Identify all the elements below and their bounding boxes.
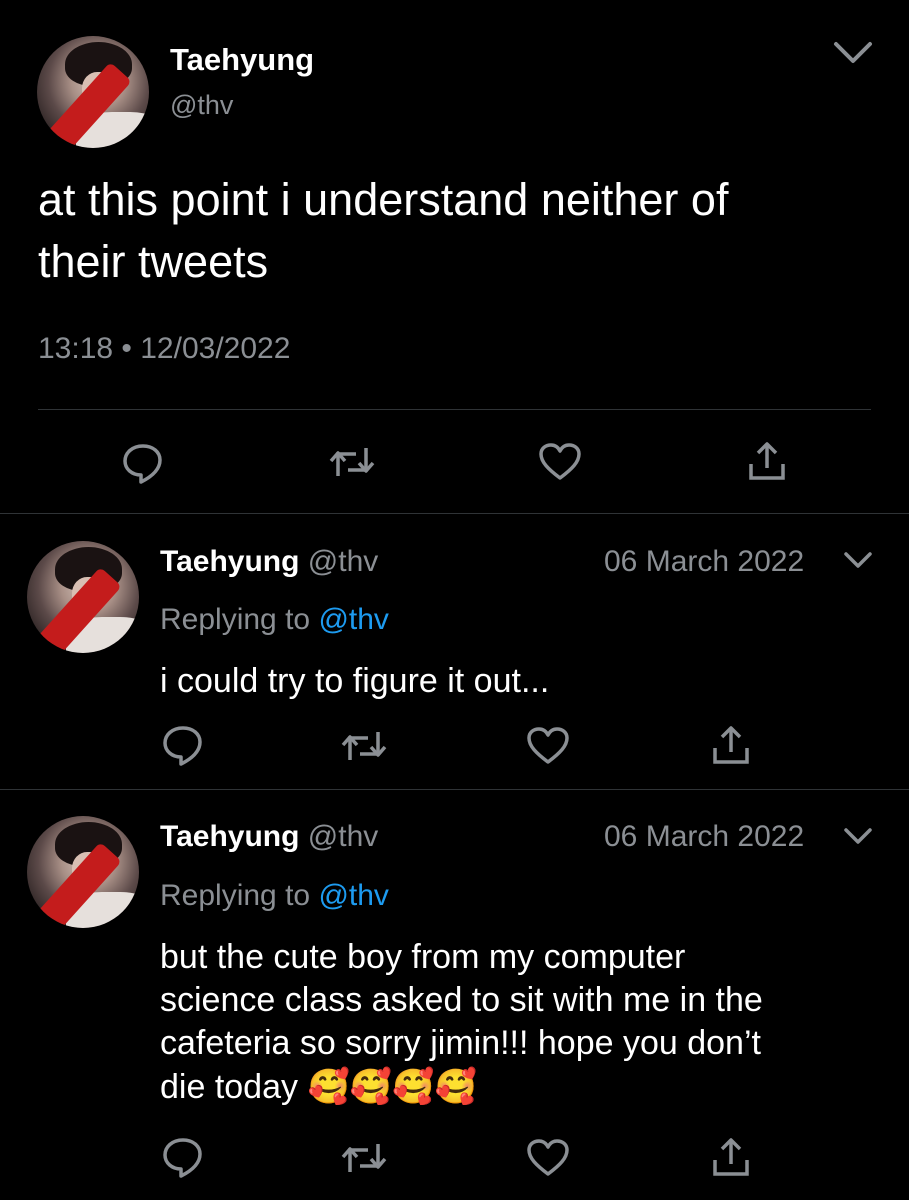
share-icon[interactable]: [748, 440, 786, 482]
replying-to-link[interactable]: @thv: [318, 603, 388, 636]
like-icon[interactable]: [526, 1138, 570, 1178]
divider: [38, 409, 871, 410]
retweet-icon[interactable]: [340, 1138, 388, 1178]
reply-icon[interactable]: [160, 722, 206, 768]
tweet-text-line: but the cute boy from my computer: [160, 938, 686, 976]
chevron-down-icon[interactable]: [842, 550, 874, 572]
tweet-text-line: die today 🥰🥰🥰🥰: [160, 1068, 477, 1106]
display-name[interactable]: Taehyung: [160, 820, 299, 853]
retweet-icon[interactable]: [328, 442, 376, 482]
like-icon[interactable]: [526, 726, 570, 766]
display-name[interactable]: Taehyung: [160, 545, 299, 578]
tweet-date: 06 March 2022: [604, 820, 805, 853]
tweet-text-line: at this point i understand neither of: [38, 174, 729, 225]
divider: [0, 513, 909, 514]
reply-icon[interactable]: [120, 440, 166, 486]
avatar[interactable]: [37, 36, 149, 148]
tweet-text-line: cafeteria so sorry jimin!!! hope you don…: [160, 1024, 761, 1062]
tweet-text-line: science class asked to sit with me in th…: [160, 981, 763, 1019]
avatar[interactable]: [27, 541, 139, 653]
divider: [0, 789, 909, 790]
chevron-down-icon[interactable]: [842, 826, 874, 848]
tweet-timestamp: 13:18 • 12/03/2022: [38, 332, 291, 365]
share-icon[interactable]: [712, 724, 750, 766]
share-icon[interactable]: [712, 1136, 750, 1178]
replying-to-label: Replying to: [160, 879, 311, 912]
retweet-icon[interactable]: [340, 726, 388, 766]
reply-icon[interactable]: [160, 1134, 206, 1180]
avatar[interactable]: [27, 816, 139, 928]
tweet-date: 06 March 2022: [604, 545, 805, 578]
handle[interactable]: @thv: [308, 545, 378, 578]
handle[interactable]: @thv: [308, 820, 378, 853]
chevron-down-icon[interactable]: [832, 40, 874, 66]
like-icon[interactable]: [538, 442, 582, 482]
tweet-text-line: their tweets: [38, 236, 269, 287]
display-name[interactable]: Taehyung: [170, 42, 314, 78]
replying-to-label: Replying to: [160, 603, 311, 636]
tweet-text-line: i could try to figure it out...: [160, 662, 550, 700]
handle[interactable]: @thv: [170, 90, 233, 121]
replying-to-link[interactable]: @thv: [318, 879, 388, 912]
